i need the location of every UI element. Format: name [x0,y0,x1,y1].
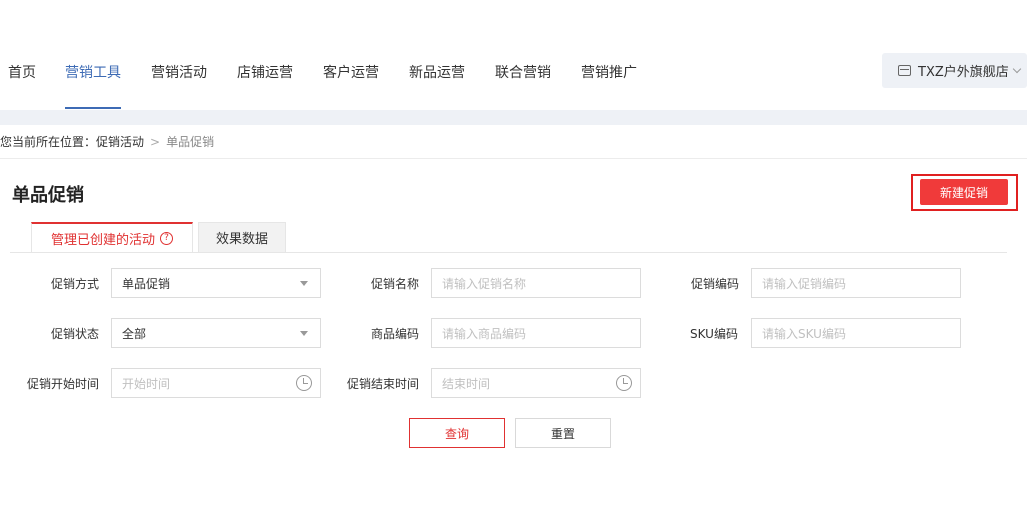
breadcrumb-prefix: 您当前所在位置： [0,135,97,149]
header-divider-band [0,110,1027,125]
breadcrumb-parent-link[interactable]: 促销活动 [96,135,144,149]
query-button[interactable]: 查询 [409,418,505,448]
end-time-label: 促销结束时间 [347,377,420,391]
divider [0,158,1027,159]
start-time-placeholder: 开始时间 [122,376,171,391]
nav-item-store-operations[interactable]: 店铺运营 [237,62,293,82]
breadcrumb-current: 单品促销 [166,135,215,149]
promo-code-label: 促销编码 [691,277,740,291]
promo-type-value: 单品促销 [122,276,171,291]
promo-name-label: 促销名称 [371,277,420,291]
help-icon[interactable]: ? [160,232,173,245]
tab-manage-activities[interactable]: 管理已创建的活动 ? [31,222,193,253]
active-nav-indicator [65,107,121,109]
nav-item-marketing-promotion[interactable]: 营销推广 [581,62,637,82]
breadcrumb-separator-icon: > [150,135,161,149]
nav-item-customer-operations[interactable]: 客户运营 [323,62,379,82]
promo-name-placeholder: 请输入促销名称 [442,276,527,291]
nav-item-home[interactable]: 首页 [8,62,36,82]
clock-icon [296,375,312,391]
sku-code-input[interactable]: 请输入SKU编码 [751,318,961,348]
product-code-placeholder: 请输入商品编码 [442,326,527,341]
tab-manage-label: 管理已创建的活动 [50,233,155,248]
chevron-down-icon [1012,64,1022,73]
shop-selector[interactable]: TXZ户外旗舰店 [882,53,1027,88]
start-time-picker[interactable]: 开始时间 [111,368,321,398]
start-time-label: 促销开始时间 [27,377,100,391]
promo-type-label: 促销方式 [51,277,100,291]
promo-type-select[interactable]: 单品促销 [111,268,321,298]
nav-item-marketing-tools[interactable]: 营销工具 [65,62,121,82]
end-time-placeholder: 结束时间 [442,376,491,391]
page-title: 单品促销 [12,185,84,206]
promo-name-input[interactable]: 请输入促销名称 [431,268,641,298]
tab-effect-data[interactable]: 效果数据 [198,222,286,253]
top-navigation: 首页 营销工具 营销活动 店铺运营 客户运营 新品运营 联合营销 营销推广 TX… [0,0,1027,110]
product-code-input[interactable]: 请输入商品编码 [431,318,641,348]
caret-down-icon [300,281,308,286]
breadcrumb: 您当前所在位置：促销活动 > 单品促销 [0,133,214,150]
tab-effect-label: 效果数据 [215,232,268,247]
tab-divider [10,252,1007,253]
promo-status-select[interactable]: 全部 [111,318,321,348]
sku-code-label: SKU编码 [690,327,738,341]
promo-code-input[interactable]: 请输入促销编码 [751,268,961,298]
caret-down-icon [300,331,308,336]
product-code-label: 商品编码 [371,327,420,341]
promo-status-value: 全部 [122,326,147,341]
nav-item-marketing-activities[interactable]: 营销活动 [151,62,207,82]
store-icon [898,65,911,76]
nav-item-new-product-operations[interactable]: 新品运营 [409,62,465,82]
promo-code-placeholder: 请输入促销编码 [762,276,847,291]
shop-name: TXZ户外旗舰店 [918,65,1009,80]
nav-item-joint-marketing[interactable]: 联合营销 [495,62,551,82]
reset-button[interactable]: 重置 [515,418,611,448]
promo-status-label: 促销状态 [51,327,100,341]
sku-code-placeholder: 请输入SKU编码 [762,326,846,341]
end-time-picker[interactable]: 结束时间 [431,368,641,398]
new-promotion-button[interactable]: 新建促销 [920,179,1008,205]
clock-icon [616,375,632,391]
